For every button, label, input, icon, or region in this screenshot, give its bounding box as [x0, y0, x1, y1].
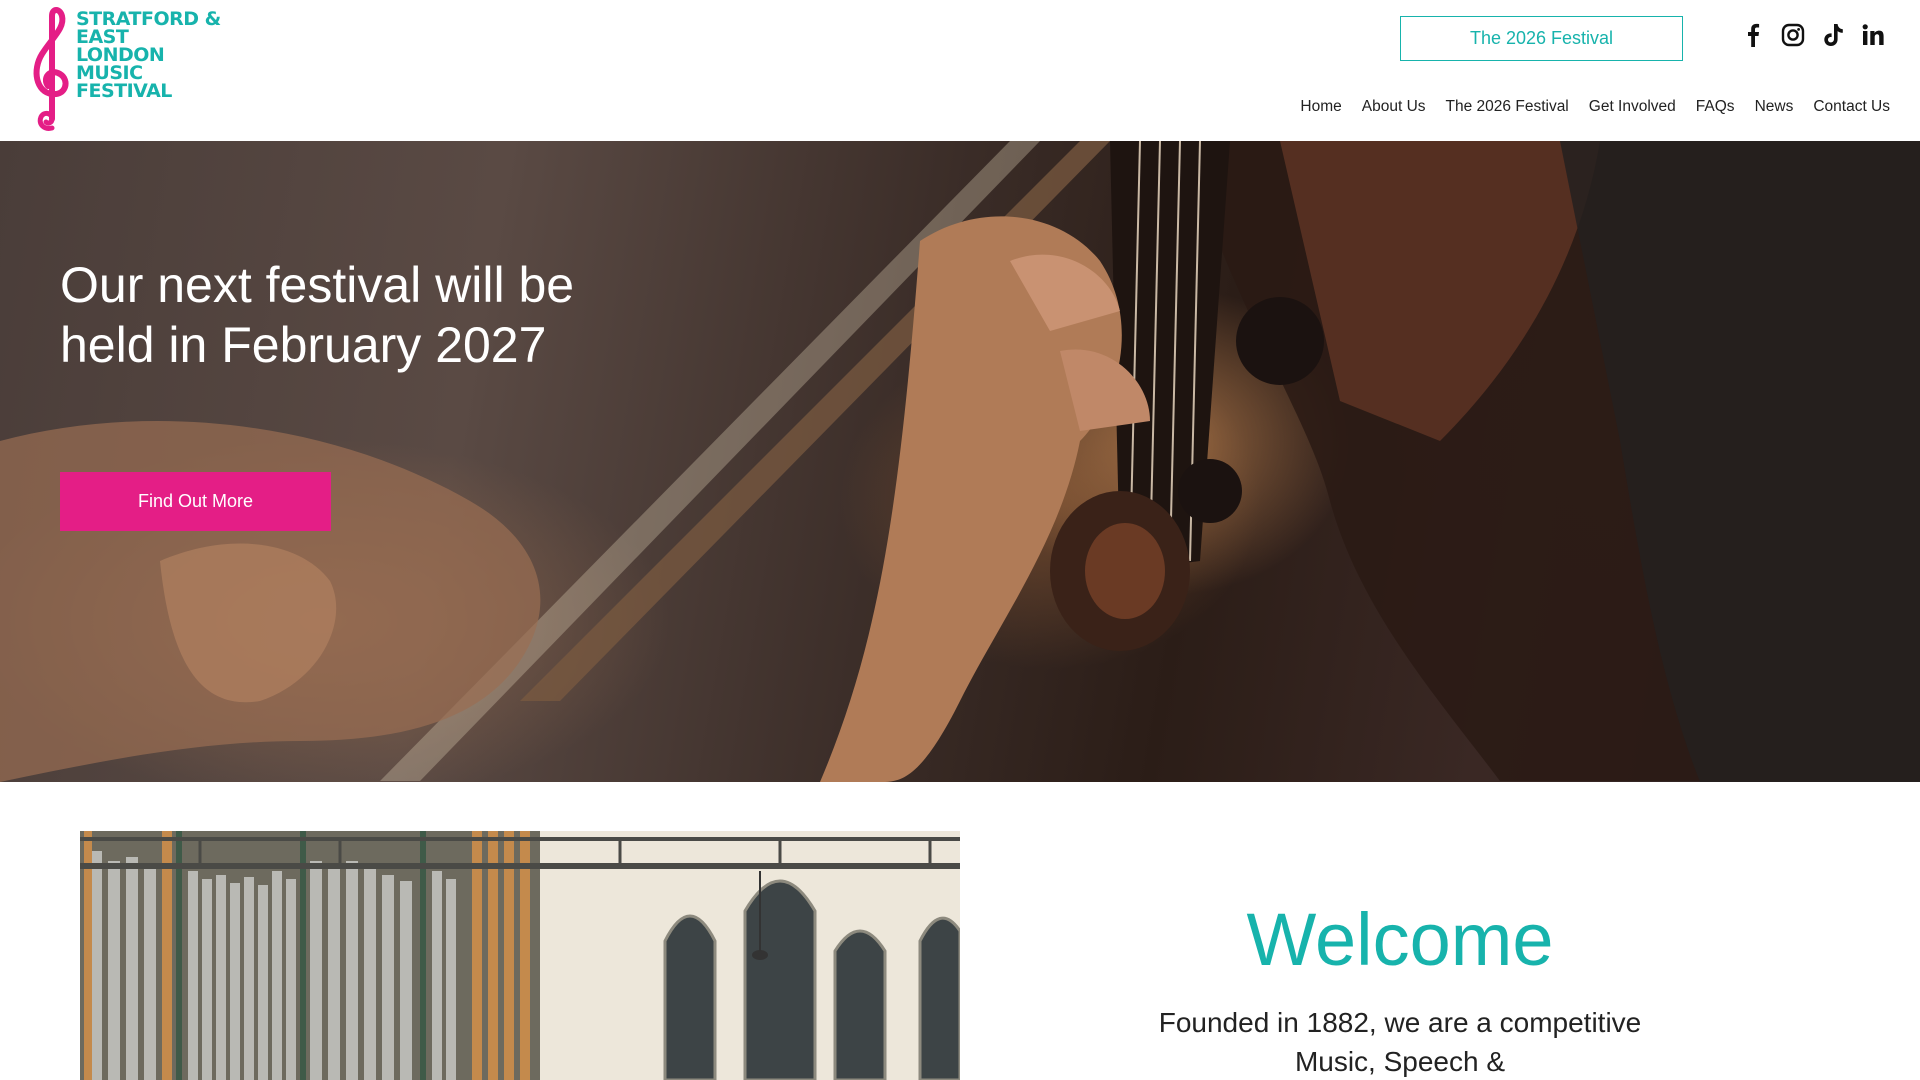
- hero-title: Our next festival will be held in Februa…: [60, 257, 575, 373]
- nav-about-us[interactable]: About Us: [1362, 98, 1426, 116]
- main-nav: Home About Us The 2026 Festival Get Invo…: [1300, 98, 1890, 116]
- logo-wordmark: STRATFORD & EAST LONDON MUSIC FESTIVAL: [76, 10, 221, 102]
- organ-pipes: [90, 851, 456, 1080]
- nav-2026-festival[interactable]: The 2026 Festival: [1446, 98, 1569, 116]
- nav-get-involved[interactable]: Get Involved: [1589, 98, 1676, 116]
- site-header: STRATFORD & EAST LONDON MUSIC FESTIVAL T…: [0, 0, 1920, 141]
- nav-home[interactable]: Home: [1300, 98, 1341, 116]
- site-logo[interactable]: STRATFORD & EAST LONDON MUSIC FESTIVAL: [30, 6, 226, 132]
- hero-banner: Our next festival will be held in Februa…: [0, 141, 1920, 782]
- welcome-heading: Welcome: [1246, 898, 1554, 981]
- tiktok-icon[interactable]: [1821, 22, 1845, 50]
- treble-clef-icon: [33, 7, 69, 131]
- instagram-icon[interactable]: [1781, 22, 1805, 50]
- church-organ-photo: [80, 831, 960, 1080]
- logo-line: FESTIVAL: [76, 80, 172, 102]
- nav-contact-us[interactable]: Contact Us: [1813, 98, 1890, 116]
- nav-news[interactable]: News: [1755, 98, 1794, 116]
- linkedin-icon[interactable]: [1861, 22, 1885, 50]
- facebook-icon[interactable]: [1741, 22, 1765, 50]
- welcome-intro-text: Founded in 1882, we are a competitive Mu…: [1158, 1007, 1642, 1077]
- find-out-more-button[interactable]: Find Out More: [60, 472, 331, 531]
- nav-faqs[interactable]: FAQs: [1696, 98, 1735, 116]
- social-links: [1741, 22, 1885, 50]
- violinist-photo: [0, 141, 1920, 782]
- festival-2026-button[interactable]: The 2026 Festival: [1400, 16, 1683, 61]
